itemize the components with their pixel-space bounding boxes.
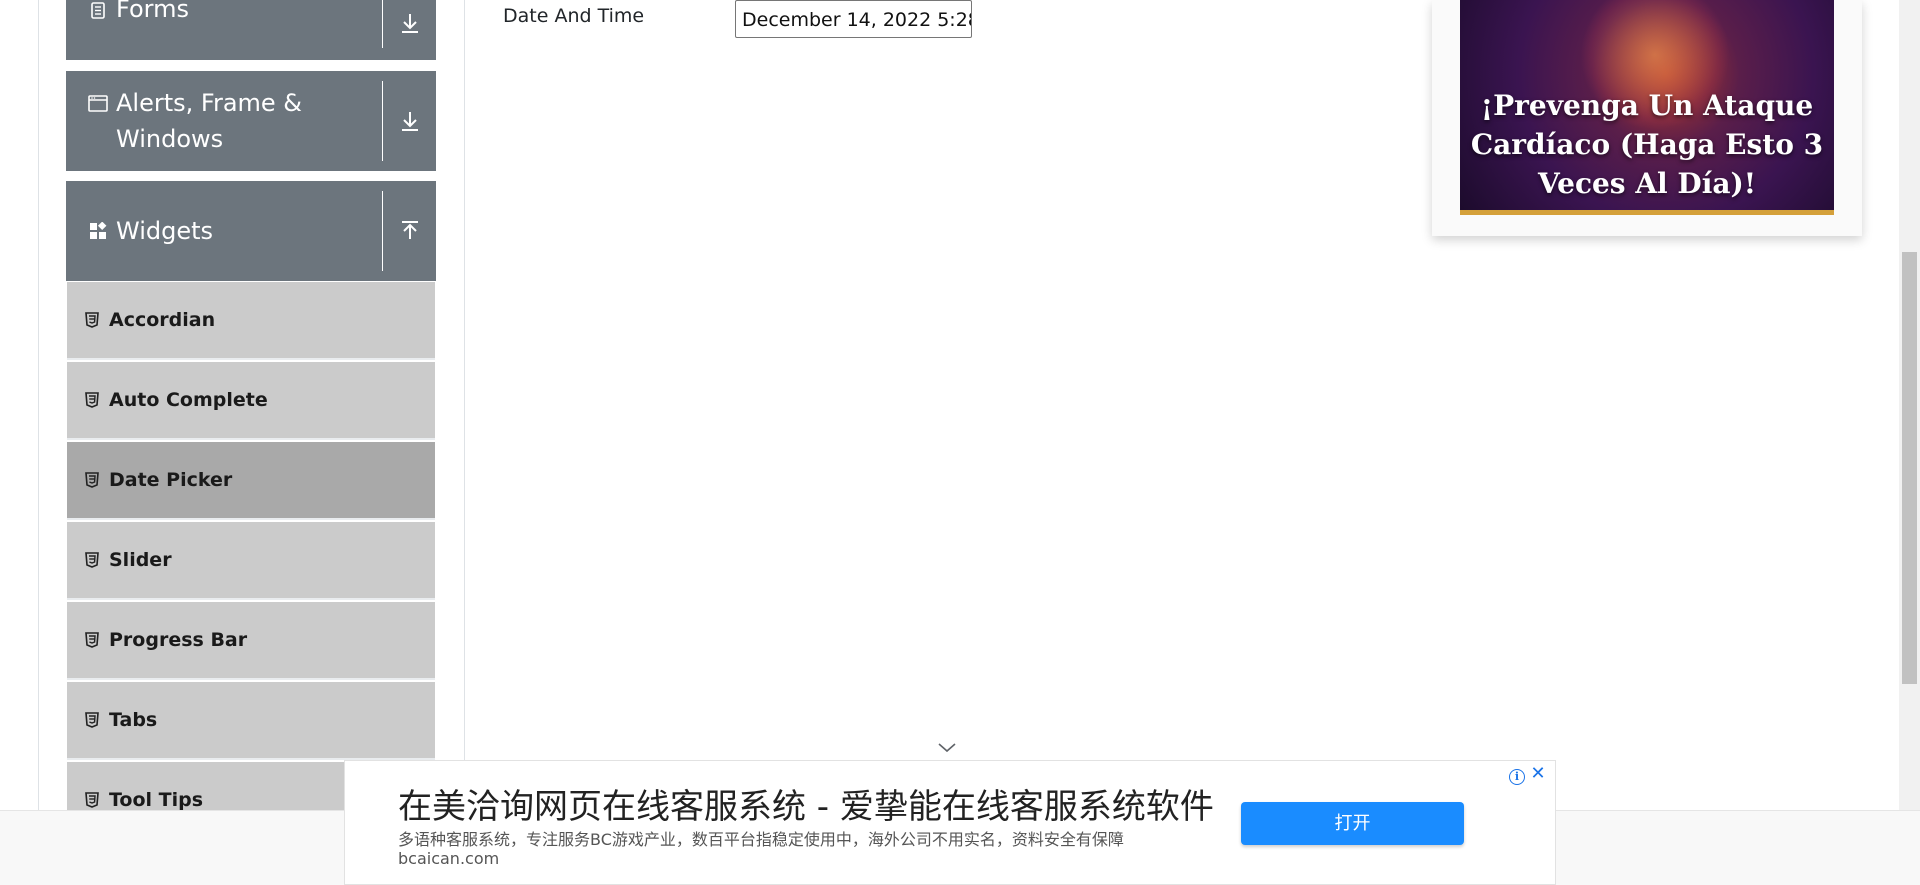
ad-open-button[interactable]: 打开 <box>1241 802 1464 845</box>
side-ad[interactable]: ¡Prevenga Un Ataque Cardíaco (Haga Esto … <box>1432 0 1862 236</box>
sidebar-item-label: Tabs <box>109 709 158 731</box>
sidebar-item-label: Date Picker <box>109 469 233 491</box>
side-ad-line3: Veces Al Día)! <box>1537 167 1757 200</box>
side-ad-line2: Cardíaco (Haga Esto 3 <box>1470 128 1824 161</box>
sidebar-group-label: Alerts, Frame & Windows <box>116 85 302 157</box>
window-icon <box>88 93 108 113</box>
download-arrow-icon[interactable] <box>382 0 436 48</box>
chevron-down-icon[interactable] <box>936 741 958 759</box>
vertical-scrollbar[interactable] <box>1899 0 1920 810</box>
html5-icon <box>85 312 99 328</box>
html5-icon <box>85 632 99 648</box>
sidebar-item-label: Auto Complete <box>109 389 268 411</box>
bottom-banner-ad[interactable]: i ✕ 在美洽询网页在线客服系统 - 爱挚能在线客服系统软件 多语种客服系统，专… <box>344 760 1556 885</box>
sidebar-group-label-line1: Alerts, Frame & <box>116 89 303 117</box>
sidebar-item-date-picker[interactable]: Date Picker <box>67 442 435 520</box>
html5-icon <box>85 392 99 408</box>
sidebar-item-accordian[interactable]: Accordian <box>67 282 435 360</box>
sidebar-group-label-line2: Windows <box>116 125 224 153</box>
ad-url[interactable]: bcaican.com <box>398 849 499 868</box>
widgets-icon <box>88 221 108 241</box>
sidebar-item-label: Tool Tips <box>109 789 204 811</box>
document-icon <box>88 0 108 20</box>
sidebar-item-label: Accordian <box>109 309 216 331</box>
sidebar-item-progress-bar[interactable]: Progress Bar <box>67 602 435 680</box>
sidebar: Forms Alerts, Frame & Windows Widgets Ac… <box>38 0 465 840</box>
side-ad-line1: ¡Prevenga Un Ataque <box>1480 89 1814 122</box>
sidebar-item-label: Progress Bar <box>109 629 248 651</box>
sidebar-group-label: Widgets <box>116 217 214 245</box>
date-and-time-label: Date And Time <box>503 5 645 27</box>
ad-info-icon[interactable]: i <box>1509 769 1525 785</box>
side-ad-text: ¡Prevenga Un Ataque Cardíaco (Haga Esto … <box>1460 86 1834 203</box>
html5-icon <box>85 712 99 728</box>
ad-headline[interactable]: 在美洽询网页在线客服系统 - 爱挚能在线客服系统软件 <box>398 779 1214 828</box>
close-icon[interactable]: ✕ <box>1529 765 1547 783</box>
sidebar-group-forms[interactable]: Forms <box>66 0 436 60</box>
sidebar-item-label: Slider <box>109 549 172 571</box>
download-arrow-icon[interactable] <box>382 81 436 161</box>
scrollbar-thumb[interactable] <box>1902 252 1917 684</box>
sidebar-group-label: Forms <box>116 0 189 23</box>
upload-arrow-icon[interactable] <box>382 191 436 271</box>
sidebar-group-widgets[interactable]: Widgets <box>66 181 436 281</box>
date-and-time-input[interactable]: December 14, 2022 5:28 F <box>735 0 972 38</box>
sidebar-item-tabs[interactable]: Tabs <box>67 682 435 760</box>
html5-icon <box>85 472 99 488</box>
html5-icon <box>85 792 99 808</box>
sidebar-item-auto-complete[interactable]: Auto Complete <box>67 362 435 440</box>
sidebar-group-alerts-frame-windows[interactable]: Alerts, Frame & Windows <box>66 71 436 171</box>
html5-icon <box>85 552 99 568</box>
sidebar-item-slider[interactable]: Slider <box>67 522 435 600</box>
page: Forms Alerts, Frame & Windows Widgets Ac… <box>0 0 1920 885</box>
ad-description: 多语种客服系统，专注服务BC游戏产业，数百平台指稳定使用中，海外公司不用实名，资… <box>398 830 1124 849</box>
side-ad-image[interactable]: ¡Prevenga Un Ataque Cardíaco (Haga Esto … <box>1460 0 1834 215</box>
